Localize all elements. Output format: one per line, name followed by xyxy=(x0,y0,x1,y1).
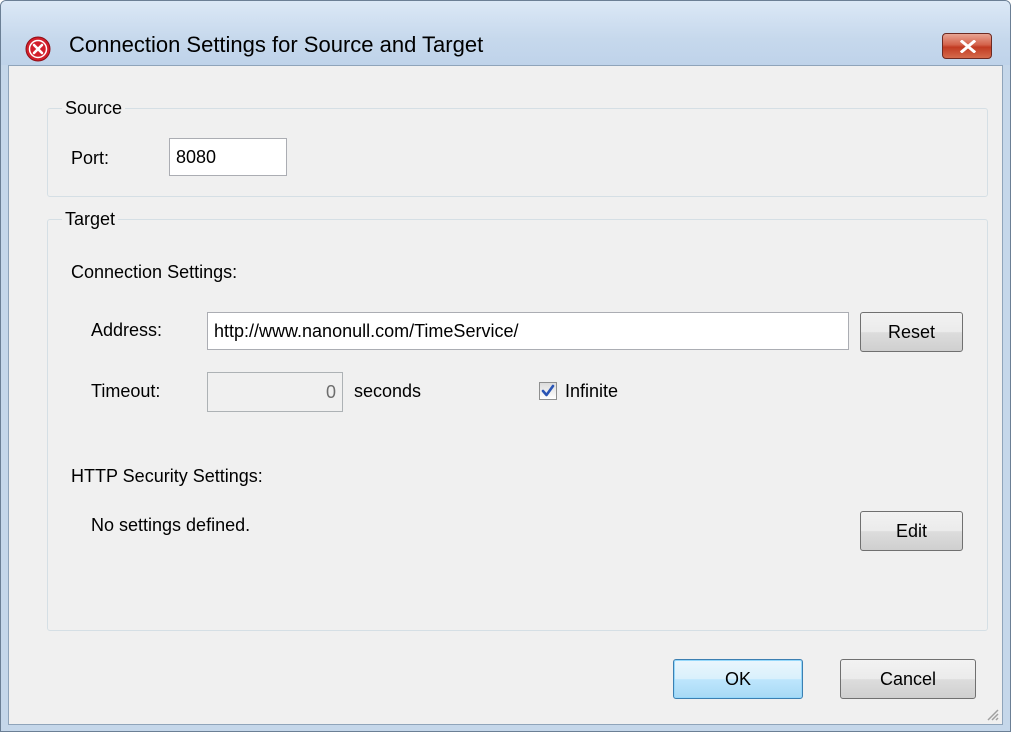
seconds-label: seconds xyxy=(354,381,422,401)
cancel-button[interactable]: Cancel xyxy=(840,659,976,699)
close-button[interactable] xyxy=(942,33,992,59)
http-security-status: No settings defined. xyxy=(91,515,251,535)
dialog-window: Connection Settings for Source and Targe… xyxy=(0,0,1011,732)
target-group-label: Target xyxy=(62,209,119,230)
timeout-label: Timeout: xyxy=(91,381,161,401)
address-label: Address: xyxy=(91,320,163,340)
source-group-label: Source xyxy=(62,98,126,119)
reset-button[interactable]: Reset xyxy=(860,312,963,352)
window-title: Connection Settings for Source and Targe… xyxy=(69,32,484,57)
timeout-input[interactable] xyxy=(207,372,343,412)
title-bar[interactable]: Connection Settings for Source and Targe… xyxy=(1,1,1010,65)
edit-button[interactable]: Edit xyxy=(860,511,963,551)
ok-button[interactable]: OK xyxy=(673,659,803,699)
close-icon xyxy=(960,40,976,53)
connection-settings-label: Connection Settings: xyxy=(71,262,238,282)
infinite-checkbox[interactable] xyxy=(539,382,557,400)
http-security-label: HTTP Security Settings: xyxy=(71,466,263,486)
infinite-label[interactable]: Infinite xyxy=(565,381,618,402)
dialog-client-area: Source Port: Target Connection Settings:… xyxy=(8,65,1003,725)
address-input[interactable] xyxy=(207,312,849,350)
checkmark-icon xyxy=(541,384,555,397)
port-label: Port: xyxy=(71,148,110,168)
resize-grip-icon[interactable] xyxy=(983,705,999,721)
port-input[interactable] xyxy=(169,138,287,176)
altova-red-x-icon xyxy=(25,36,51,62)
